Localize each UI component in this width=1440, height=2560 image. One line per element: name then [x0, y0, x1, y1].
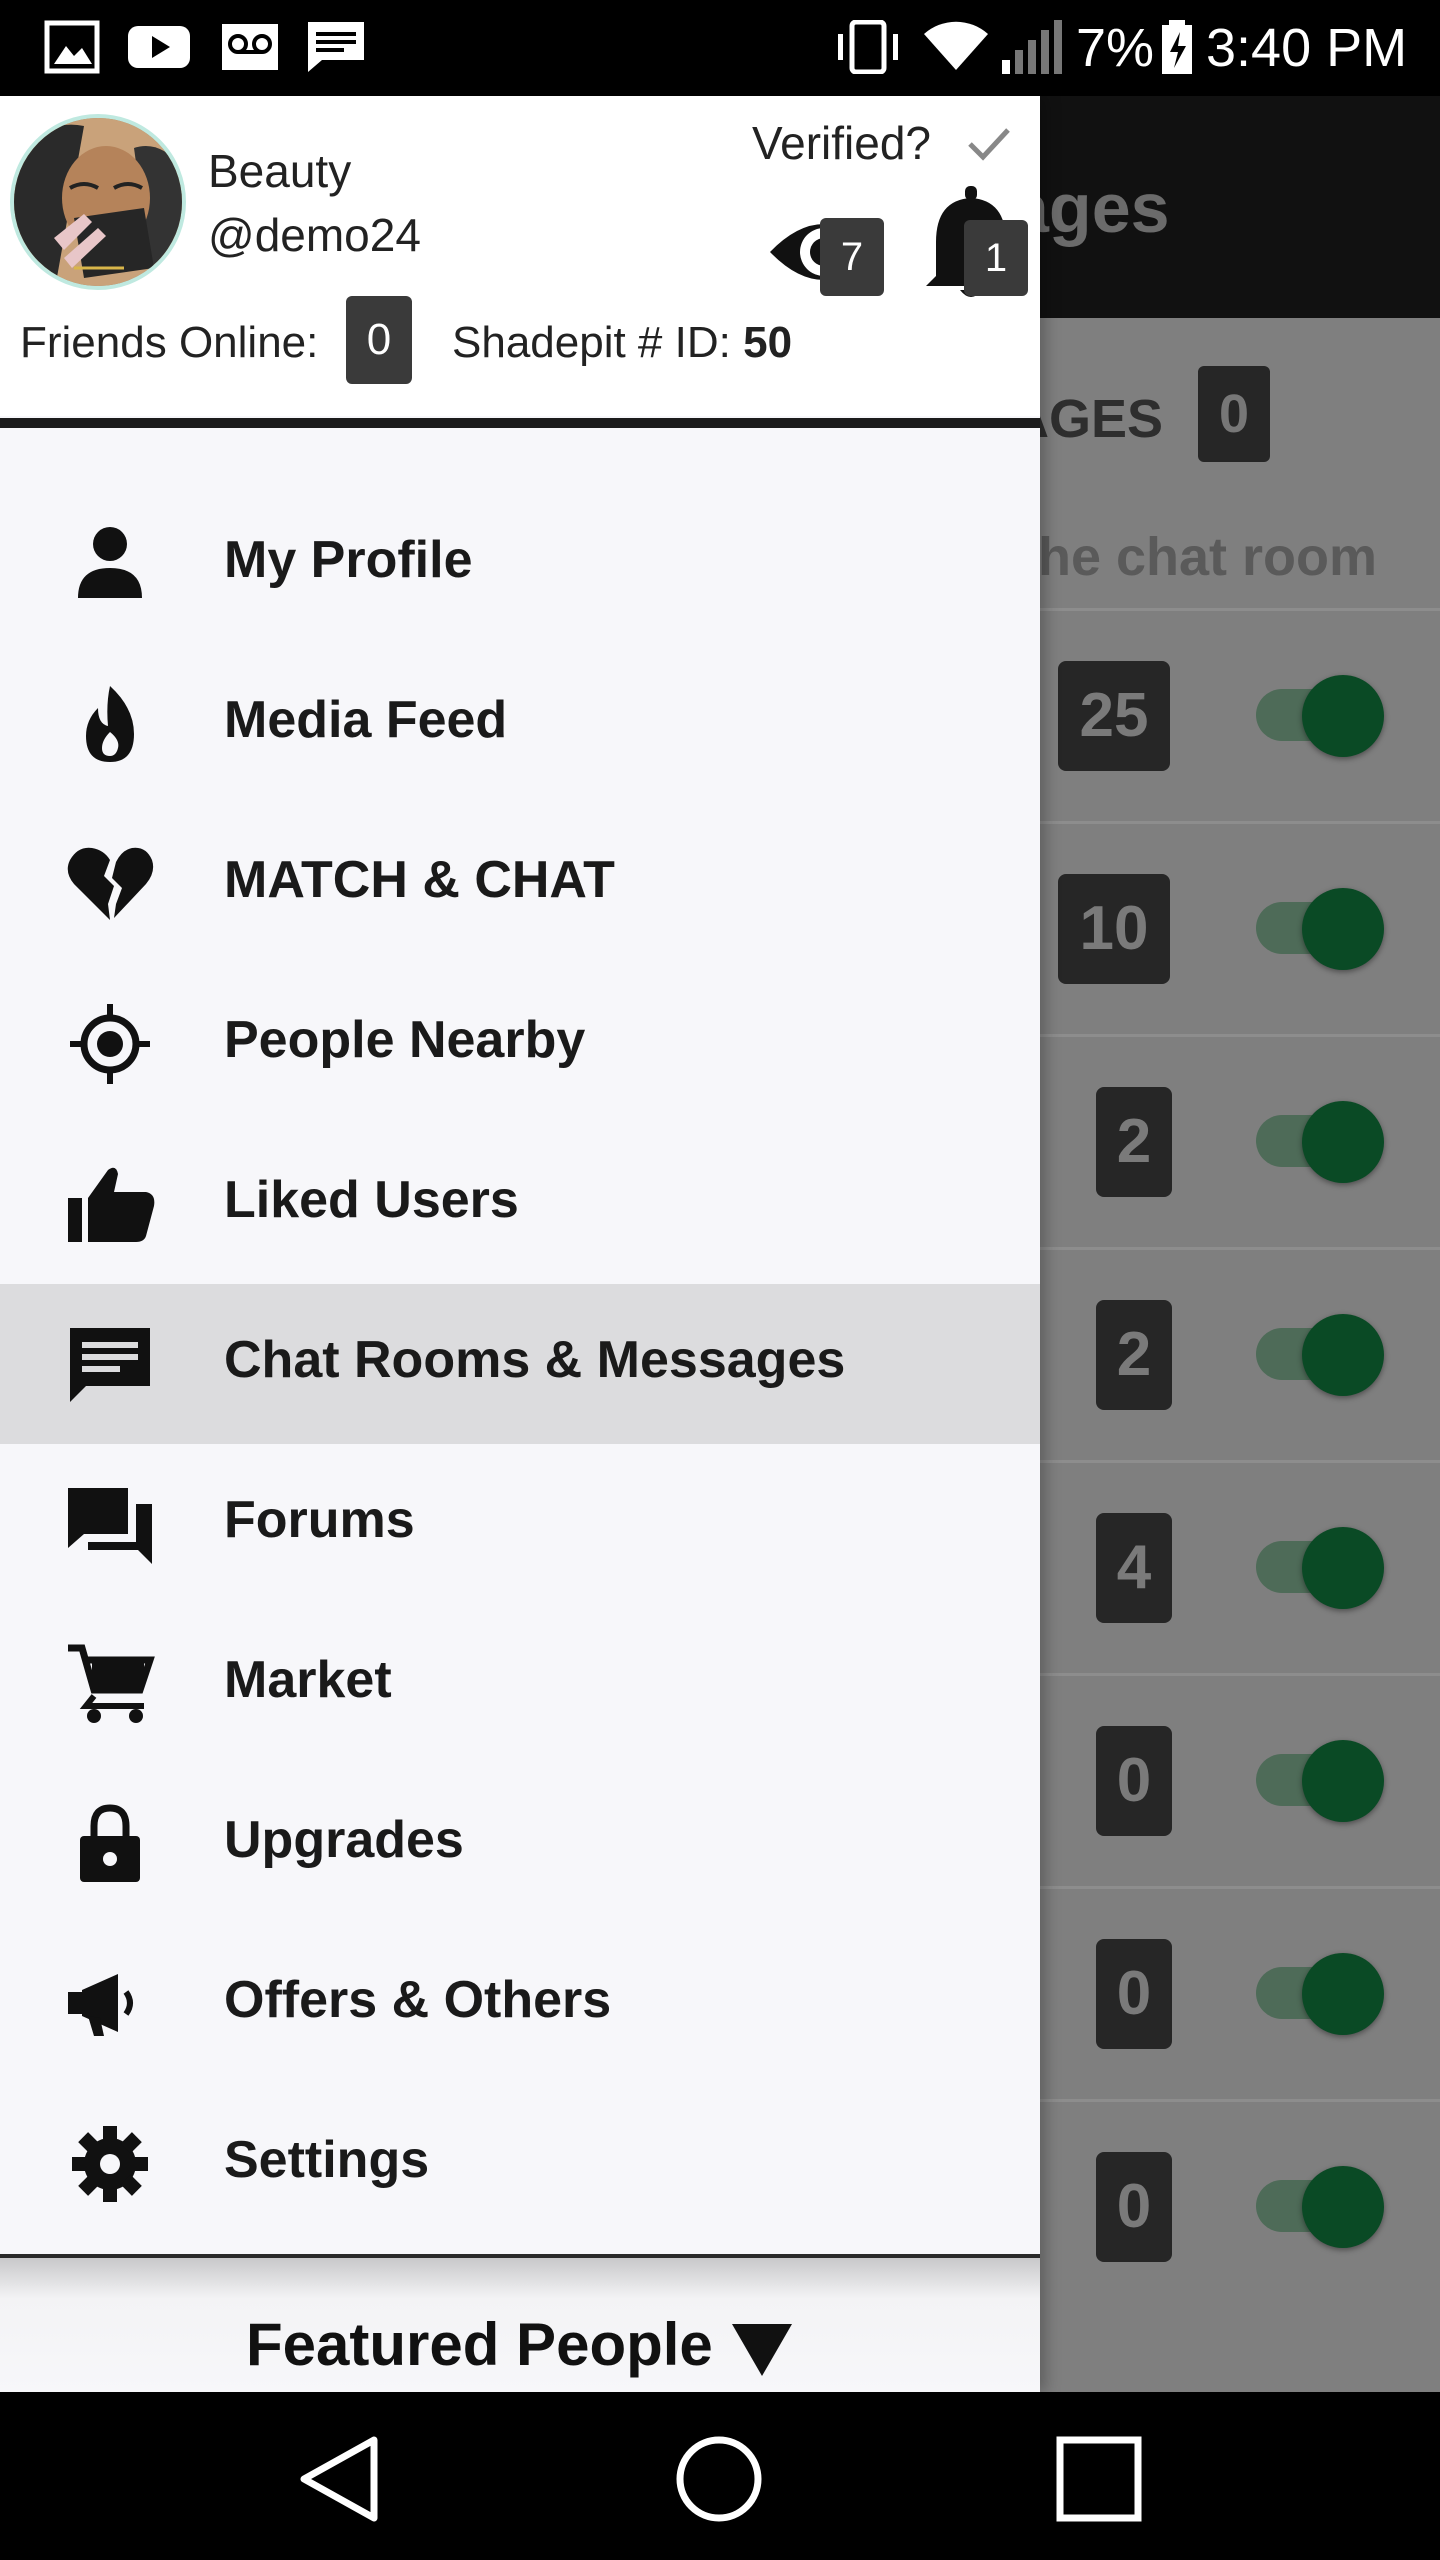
room-count-badge: 2	[1096, 1300, 1172, 1410]
menu-item-label: Market	[224, 1651, 392, 1709]
featured-people-label: Featured People	[246, 2311, 713, 2378]
header-divider	[0, 418, 1040, 428]
menu-item-label: Forums	[224, 1491, 415, 1549]
menu-item-label: My Profile	[224, 531, 473, 589]
shadepit-id-label: Shadepit # ID:	[452, 318, 731, 367]
navigation-drawer: Beauty @demo24 Verified? 7 1 Friends Onl…	[0, 96, 1040, 2392]
background-row: 2	[1040, 1247, 1440, 1460]
home-icon[interactable]	[674, 2434, 764, 2524]
wifi-icon	[924, 21, 988, 70]
menu-item-label: People Nearby	[224, 1011, 586, 1069]
recents-icon[interactable]	[1054, 2434, 1144, 2524]
shadepit-id-value: 50	[743, 318, 793, 367]
avatar[interactable]	[10, 114, 186, 290]
menu-item-match-chat[interactable]: MATCH & CHAT	[0, 804, 1040, 964]
room-toggle[interactable]	[1302, 1953, 1384, 2035]
background-row: 0	[1040, 2099, 1440, 2312]
cart-icon	[68, 1644, 155, 1723]
triangle-down-icon	[732, 2324, 792, 2376]
menu-item-label: Offers & Others	[224, 1971, 612, 2029]
room-count-badge: 0	[1096, 1939, 1172, 2049]
drawer-menu: My Profile Media Feed MATCH & CHAT Peopl…	[0, 484, 1040, 2244]
room-toggle[interactable]	[1302, 1527, 1384, 1609]
menu-item-chat-rooms-messages[interactable]: Chat Rooms & Messages	[0, 1284, 1040, 1444]
voicemail-icon	[222, 24, 278, 70]
menu-item-label: Settings	[224, 2131, 430, 2189]
room-count-badge: 4	[1096, 1513, 1172, 1623]
profile-header: Beauty @demo24 Verified? 7 1 Friends Onl…	[0, 96, 1040, 416]
friends-online-count[interactable]: 0	[346, 296, 412, 384]
background-row: 4	[1040, 1460, 1440, 1673]
notifications-badge: 1	[964, 220, 1028, 296]
chat-bubble-icon	[70, 1328, 150, 1402]
room-count-badge: 10	[1058, 874, 1170, 984]
clock: 3:40 PM	[1206, 18, 1408, 78]
friends-online-label: Friends Online:	[20, 318, 319, 367]
person-icon	[78, 527, 142, 598]
background-row: 2	[1040, 1034, 1440, 1247]
menu-item-market[interactable]: Market	[0, 1604, 1040, 1764]
back-icon[interactable]	[294, 2434, 384, 2524]
gallery-icon	[44, 20, 100, 74]
menu-item-label: Chat Rooms & Messages	[224, 1331, 846, 1389]
menu-item-settings[interactable]: Settings	[0, 2084, 1040, 2244]
background-section-count: 0	[1198, 366, 1270, 462]
avatar-image	[14, 118, 182, 286]
vibrate-icon	[838, 20, 898, 74]
menu-item-my-profile[interactable]: My Profile	[0, 484, 1040, 644]
menu-item-offers-others[interactable]: Offers & Others	[0, 1924, 1040, 2084]
room-toggle[interactable]	[1302, 1314, 1384, 1396]
menu-item-label: Liked Users	[224, 1171, 519, 1229]
background-subtitle: the chat room	[1020, 527, 1378, 587]
menu-item-label: MATCH & CHAT	[224, 851, 615, 909]
battery-percent: 7%	[1076, 18, 1155, 78]
shadepit-id: Shadepit # ID: 50	[452, 318, 792, 368]
message-icon	[308, 22, 364, 72]
menu-item-label: Upgrades	[224, 1811, 464, 1869]
signal-icon	[1002, 20, 1062, 74]
menu-item-media-feed[interactable]: Media Feed	[0, 644, 1040, 804]
youtube-icon	[128, 26, 190, 68]
room-toggle[interactable]	[1302, 1740, 1384, 1822]
verified-label[interactable]: Verified?	[752, 116, 931, 170]
room-toggle[interactable]	[1302, 1101, 1384, 1183]
background-row: 10	[1040, 821, 1440, 1034]
background-row: 0	[1040, 1886, 1440, 2099]
room-count-badge: 0	[1096, 1726, 1172, 1836]
profile-views-badge: 7	[820, 218, 884, 296]
battery-charging-icon	[1162, 20, 1192, 74]
system-nav-bar	[0, 2392, 1440, 2560]
room-count-badge: 2	[1096, 1087, 1172, 1197]
gear-icon	[72, 2126, 148, 2202]
menu-item-upgrades[interactable]: Upgrades	[0, 1764, 1040, 1924]
username: @demo24	[208, 209, 421, 261]
menu-item-label: Media Feed	[224, 691, 508, 749]
room-count-badge: 0	[1096, 2152, 1172, 2262]
room-toggle[interactable]	[1302, 675, 1384, 757]
background-row: 0	[1040, 1673, 1440, 1886]
room-count-badge: 25	[1058, 661, 1170, 771]
checkmark-icon	[968, 128, 1010, 161]
room-toggle[interactable]	[1302, 888, 1384, 970]
display-name: Beauty	[208, 145, 352, 197]
background-row: 25	[1040, 608, 1440, 821]
menu-item-people-nearby[interactable]: People Nearby	[0, 964, 1040, 1124]
forum-icon	[68, 1488, 152, 1564]
status-bar: 7% 3:40 PM	[0, 0, 1440, 96]
broken-heart-icon	[67, 847, 154, 920]
flame-icon	[86, 686, 134, 762]
menu-item-forums[interactable]: Forums	[0, 1444, 1040, 1604]
room-toggle[interactable]	[1302, 2166, 1384, 2248]
menu-item-liked-users[interactable]: Liked Users	[0, 1124, 1040, 1284]
lock-icon	[80, 1804, 140, 1882]
thumbs-up-icon	[68, 1167, 155, 1242]
location-target-icon	[70, 1004, 150, 1084]
featured-people-toggle[interactable]: Featured People	[0, 2254, 1040, 2392]
megaphone-icon	[68, 1974, 133, 2036]
